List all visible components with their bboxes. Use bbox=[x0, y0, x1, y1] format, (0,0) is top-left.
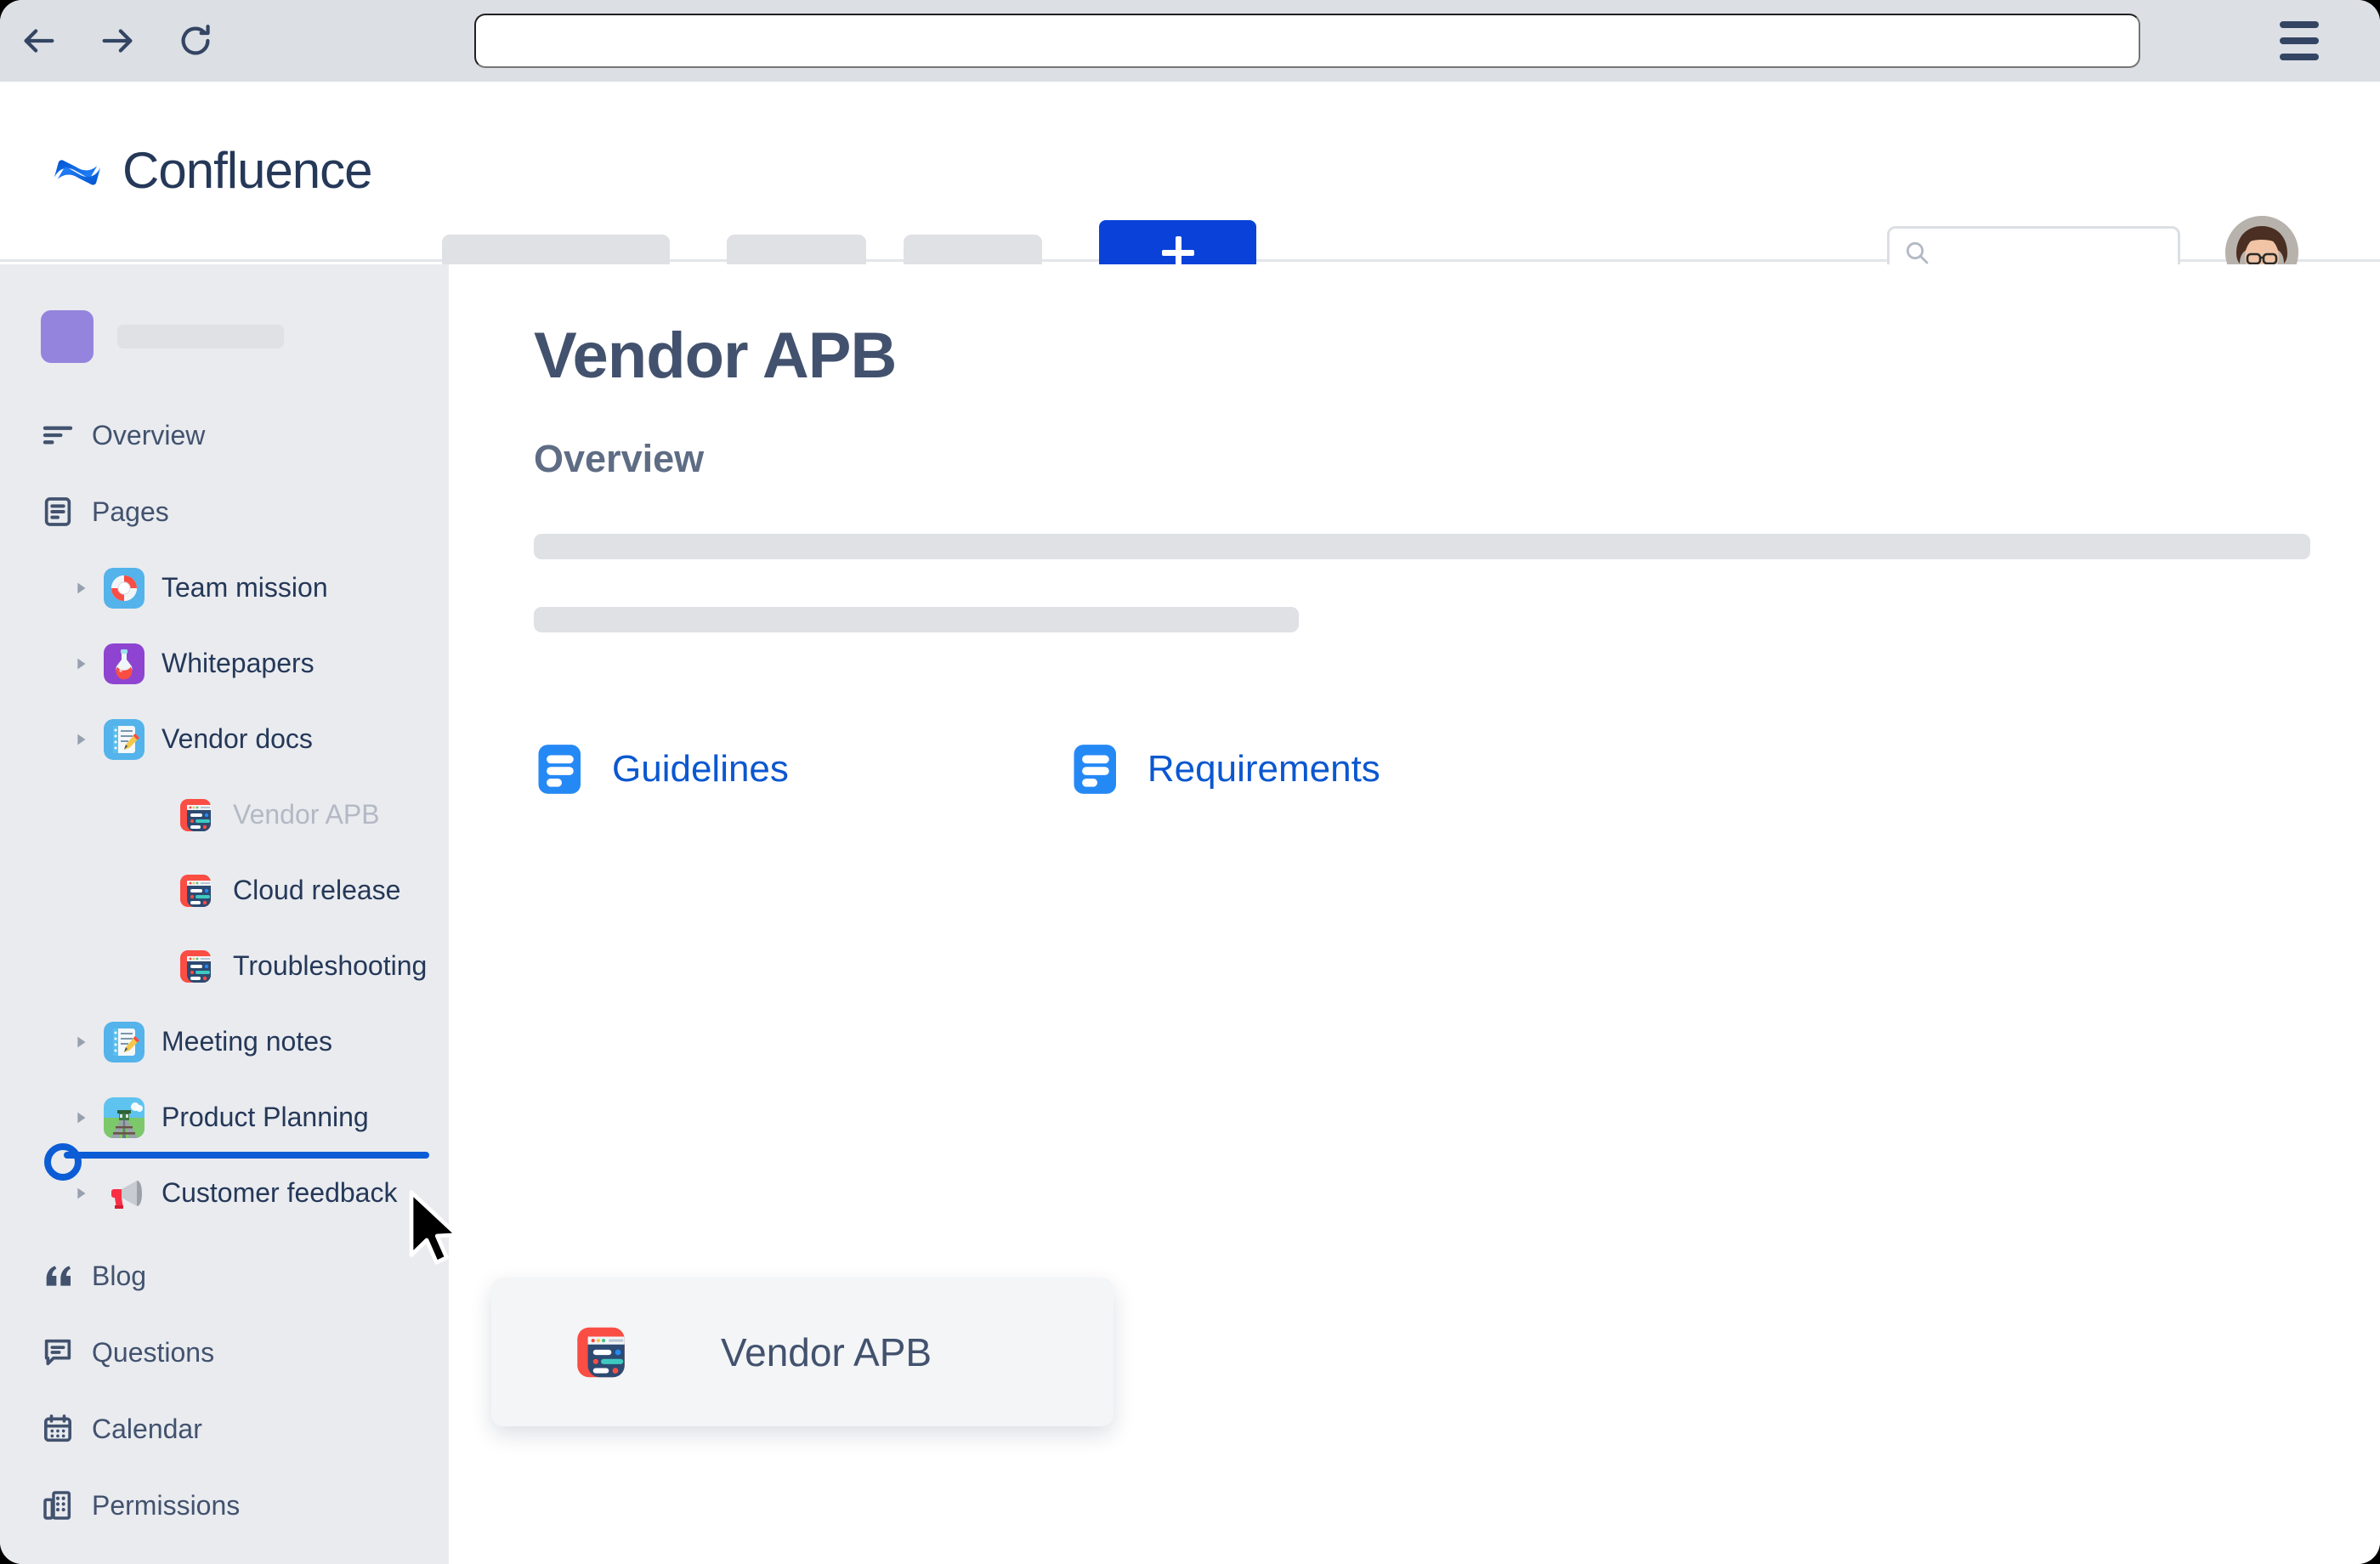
arrow-left-icon bbox=[20, 21, 59, 60]
expand-caret-icon[interactable] bbox=[70, 730, 92, 749]
pages-document-icon bbox=[41, 495, 78, 529]
browser-window: Confluence Overview Pages Team mission W… bbox=[0, 0, 2380, 1564]
memo-emoji bbox=[104, 718, 144, 760]
expand-caret-icon[interactable] bbox=[70, 579, 92, 598]
hamburger-menu-icon bbox=[2280, 21, 2319, 28]
page-tree-item-label: Team mission bbox=[162, 572, 328, 603]
sidebar-item-label: Overview bbox=[92, 419, 206, 450]
overview-lines-icon bbox=[41, 418, 78, 452]
building-icon bbox=[41, 1488, 78, 1522]
reload-icon bbox=[176, 21, 215, 60]
megaphone-emoji bbox=[104, 1173, 144, 1214]
page-link-label: Requirements bbox=[1147, 748, 1380, 790]
body-text-placeholder bbox=[534, 534, 2310, 559]
page-tree-item-label: Customer feedback bbox=[162, 1177, 398, 1208]
sidebar-item-calendar[interactable]: Calendar bbox=[0, 1391, 449, 1467]
page-tree-item[interactable]: Team mission bbox=[0, 550, 449, 626]
space-sidebar: Overview Pages Team mission Whitepapers … bbox=[0, 264, 449, 1564]
page-tree-item-label: Vendor APB bbox=[233, 799, 380, 830]
quote-icon bbox=[41, 1259, 78, 1293]
potion-emoji bbox=[104, 643, 144, 684]
page-title: Vendor APB bbox=[534, 320, 897, 392]
hamburger-menu-icon-bar bbox=[2280, 54, 2319, 60]
body-text-placeholder bbox=[534, 607, 1299, 632]
browser-toolbar bbox=[0, 0, 2380, 82]
memo-emoji bbox=[104, 1021, 144, 1062]
page-links-row: Guidelines Requirements bbox=[534, 741, 2380, 797]
newspaper-emoji bbox=[175, 870, 216, 911]
page-tree-item[interactable]: Troubleshooting bbox=[0, 928, 449, 1004]
section-heading: Overview bbox=[534, 437, 705, 480]
app-header: Confluence bbox=[0, 82, 2380, 289]
forward-button[interactable] bbox=[78, 0, 156, 82]
drag-preview-label: Vendor APB bbox=[721, 1329, 932, 1374]
sidebar-item-label: Calendar bbox=[92, 1413, 202, 1444]
sidebar-item-label: Permissions bbox=[92, 1489, 241, 1521]
page-tree-item-label: Vendor docs bbox=[162, 723, 313, 754]
speech-bubble-icon bbox=[41, 1335, 78, 1369]
page-tree-item[interactable]: Vendor docs bbox=[0, 701, 449, 777]
back-button[interactable] bbox=[0, 0, 78, 82]
expand-caret-icon[interactable] bbox=[70, 654, 92, 673]
search-icon bbox=[1903, 239, 1930, 266]
space-avatar-icon bbox=[41, 310, 94, 363]
sidebar-item-label: Blog bbox=[92, 1260, 147, 1291]
page-tree: Team mission Whitepapers Vendor docs Ven… bbox=[0, 550, 449, 1231]
reload-button[interactable] bbox=[156, 0, 235, 82]
page-tree-item[interactable]: Vendor APB bbox=[0, 777, 449, 853]
page-link-label: Guidelines bbox=[612, 748, 789, 790]
sidebar-footer-nav: Blog Questions Calendar Permissions bbox=[0, 1238, 449, 1544]
space-name-placeholder bbox=[117, 325, 284, 348]
confluence-logo[interactable]: Confluence bbox=[51, 141, 373, 200]
railway-track-emoji bbox=[104, 1096, 144, 1138]
page-link-guidelines[interactable]: Guidelines bbox=[534, 741, 789, 797]
sidebar-item-blog[interactable]: Blog bbox=[0, 1238, 449, 1314]
sidebar-item-questions[interactable]: Questions bbox=[0, 1314, 449, 1391]
sidebar-item-pages[interactable]: Pages bbox=[0, 473, 449, 550]
page-tree-item[interactable]: Meeting notes bbox=[0, 1004, 449, 1080]
expand-caret-icon[interactable] bbox=[70, 1184, 92, 1203]
hamburger-menu-icon-bar bbox=[2280, 37, 2319, 44]
search-input[interactable] bbox=[1937, 239, 2167, 266]
newspaper-emoji bbox=[175, 946, 216, 987]
confluence-logo-icon bbox=[51, 144, 104, 197]
page-tree-item-label: Meeting notes bbox=[162, 1026, 333, 1057]
space-header[interactable] bbox=[0, 288, 449, 363]
product-name: Confluence bbox=[122, 142, 373, 199]
page-tree-item[interactable]: Cloud release bbox=[0, 853, 449, 928]
drop-indicator-knob bbox=[44, 1143, 82, 1181]
browser-menu-button[interactable] bbox=[2218, 0, 2380, 82]
newspaper-emoji bbox=[175, 795, 216, 836]
page-tree-item-label: Product Planning bbox=[162, 1102, 369, 1132]
page-tree-item-label: Troubleshooting bbox=[233, 950, 428, 981]
page-tree-item[interactable]: Whitepapers bbox=[0, 626, 449, 701]
drag-preview-card: Vendor APB bbox=[491, 1278, 1114, 1426]
drop-indicator-line bbox=[64, 1152, 429, 1159]
expand-caret-icon[interactable] bbox=[70, 1033, 92, 1051]
url-input[interactable] bbox=[474, 14, 2140, 68]
sidebar-item-label: Questions bbox=[92, 1336, 215, 1368]
sidebar-item-overview[interactable]: Overview bbox=[0, 397, 449, 473]
page-link-requirements[interactable]: Requirements bbox=[1069, 741, 1380, 797]
arrow-right-icon bbox=[98, 21, 137, 60]
newspaper-emoji bbox=[570, 1321, 632, 1384]
sidebar-item-permissions[interactable]: Permissions bbox=[0, 1467, 449, 1544]
sidebar-item-label: Pages bbox=[92, 496, 169, 527]
page-tree-item-label: Cloud release bbox=[233, 875, 401, 905]
page-tree-item-label: Whitepapers bbox=[162, 648, 314, 678]
sidebar-primary-nav: Overview Pages bbox=[0, 397, 449, 550]
page-link-icon bbox=[534, 741, 590, 797]
lifebuoy-emoji bbox=[104, 567, 144, 609]
page-link-icon bbox=[1069, 741, 1125, 797]
expand-caret-icon[interactable] bbox=[70, 1108, 92, 1127]
calendar-icon bbox=[41, 1412, 78, 1446]
